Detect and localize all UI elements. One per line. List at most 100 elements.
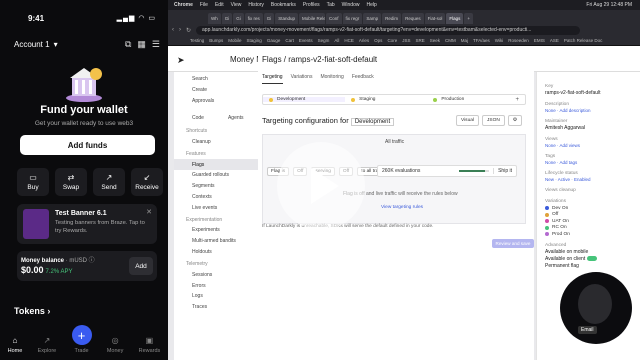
forward-icon[interactable]: ›	[179, 27, 181, 33]
qr-icon[interactable]: ▦	[137, 39, 146, 50]
send-button[interactable]: ↗ Send	[93, 168, 125, 196]
close-icon[interactable]: ✕	[146, 208, 152, 216]
client-toggle[interactable]	[586, 255, 597, 261]
nav-money[interactable]: ◎ Money	[107, 336, 124, 354]
bookmark-item[interactable]: Roseeden	[508, 38, 529, 43]
sidebar-item-code[interactable]: Code	[174, 113, 222, 124]
menubar-item[interactable]: Bookmarks	[271, 2, 296, 8]
browser-tab[interactable]: Redim	[382, 13, 402, 24]
breadcrumb[interactable]: Flags / ramps-v2-fiat-soft-default	[262, 55, 377, 64]
review-save-button[interactable]: Review and save	[492, 239, 534, 248]
url-bar[interactable]: app.launchdarkly.com/projects/money-move…	[196, 25, 580, 35]
bookmark-item[interactable]: Events	[299, 38, 313, 43]
bookmark-item[interactable]: Bumps	[209, 38, 223, 43]
swap-button[interactable]: ⇄ Swap	[55, 168, 87, 196]
views-value[interactable]: None · Add views	[545, 143, 636, 148]
nav-rewards[interactable]: ▣ Rewards	[139, 336, 161, 354]
back-icon[interactable]: ‹	[172, 27, 174, 33]
menubar-item[interactable]: Window	[342, 2, 360, 8]
tab-variations[interactable]: Variations	[291, 74, 313, 84]
menubar-item[interactable]: Help	[366, 2, 376, 8]
browser-tab[interactable]: Gi	[233, 13, 244, 24]
env-production[interactable]: Production	[427, 97, 509, 102]
tab-targeting[interactable]: Targeting	[262, 74, 283, 84]
description-value[interactable]: None · Add description	[545, 108, 636, 113]
maintainer-value[interactable]: Amitesh Aggarwal	[545, 125, 636, 131]
available-mobile-setting[interactable]: Available on mobile	[545, 249, 636, 255]
browser-tab[interactable]: Mobile Release	[299, 13, 326, 24]
key-value[interactable]: ramps-v2-fiat-soft-default	[545, 90, 636, 96]
lifecycle-value[interactable]: New · Active · Enabled	[545, 177, 636, 182]
menubar-item[interactable]: Chrome	[174, 2, 193, 8]
browser-tab[interactable]: Gi	[263, 13, 275, 24]
available-client-setting[interactable]: Available on client	[545, 256, 636, 262]
tab-feedback[interactable]: Feedback	[352, 74, 374, 84]
bookmark-item[interactable]: Testing	[190, 38, 204, 43]
browser-tab[interactable]: fix regr	[342, 13, 363, 24]
sidebar-item-agents[interactable]: Agents	[222, 113, 262, 124]
browser-tab[interactable]: +	[464, 13, 474, 24]
bookmark-item[interactable]: CMM	[445, 38, 456, 43]
env-chip[interactable]: Development	[350, 118, 395, 126]
tags-value[interactable]: None · Add tags	[545, 160, 636, 165]
tokens-heading[interactable]: Tokens ›	[14, 306, 50, 316]
browser-tab[interactable]: Flags	[446, 13, 464, 24]
nav-trade[interactable]: + Trade	[71, 325, 92, 354]
bookmark-item[interactable]: Ops	[374, 38, 382, 43]
browser-tab[interactable]: Samp	[363, 13, 382, 24]
tab-monitoring[interactable]: Monitoring	[320, 74, 343, 84]
bookmark-item[interactable]: Cart	[285, 38, 294, 43]
bookmark-item[interactable]: Seek	[430, 38, 440, 43]
ship-it-button[interactable]: Ship it	[493, 168, 516, 174]
menubar-item[interactable]: Profiles	[303, 2, 320, 8]
bookmark-item[interactable]: HCE	[344, 38, 354, 43]
menubar-item[interactable]: Tab	[327, 2, 335, 8]
browser-tab[interactable]: Gi	[221, 13, 233, 24]
bookmark-item[interactable]: All	[334, 38, 339, 43]
menubar-item[interactable]: View	[231, 2, 242, 8]
bookmark-item[interactable]: ASE	[550, 38, 559, 43]
bookmark-item[interactable]: TFA/aes	[473, 38, 490, 43]
bookmark-item[interactable]: EMIS	[534, 38, 545, 43]
evaluations-pill[interactable]: 260K evaluations Ship it	[377, 165, 517, 177]
browser-tab[interactable]: Wh	[208, 13, 221, 24]
json-button[interactable]: JSON	[481, 115, 505, 126]
settings-icon[interactable]: ⚙	[507, 115, 523, 126]
env-staging[interactable]: Staging	[345, 97, 427, 102]
menubar-item[interactable]: Edit	[215, 2, 224, 8]
buy-button[interactable]: ▭ Buy	[17, 168, 49, 196]
browser-tab[interactable]: Reques	[402, 13, 424, 24]
permanent-flag-setting[interactable]: Permanent flag	[545, 263, 636, 269]
receive-button[interactable]: ↙ Receive	[131, 168, 163, 196]
bookmark-item[interactable]: Wiki	[495, 38, 504, 43]
account-selector[interactable]: Account 1 ▾	[14, 40, 58, 49]
add-env-button[interactable]: +	[509, 97, 525, 103]
bookmark-item[interactable]: SRE	[415, 38, 424, 43]
menu-icon[interactable]: ☰	[152, 39, 160, 50]
bookmark-item[interactable]: Mobile	[228, 38, 241, 43]
bookmark-item[interactable]: Patch Release Doc	[564, 38, 603, 43]
bookmark-item[interactable]: Gauge	[267, 38, 281, 43]
nav-home[interactable]: ⌂ Home	[8, 336, 23, 354]
bookmark-item[interactable]: Maj	[461, 38, 468, 43]
add-funds-button[interactable]: Add funds	[20, 135, 155, 155]
copy-icon[interactable]: ⧉	[125, 39, 131, 50]
bookmark-item[interactable]: Segm	[318, 38, 330, 43]
browser-tab[interactable]: Fiat-sol	[424, 13, 446, 24]
env-development[interactable]: Development	[263, 97, 346, 102]
bookmark-item[interactable]: JSS	[402, 38, 410, 43]
browser-tab[interactable]: fix res	[244, 13, 263, 24]
menubar-item[interactable]: History	[248, 2, 264, 8]
launchdarkly-logo-icon[interactable]: ➤	[177, 55, 185, 66]
video-play-button[interactable]	[277, 142, 365, 230]
add-balance-button[interactable]: Add	[129, 257, 153, 275]
bookmark-item[interactable]: Staging	[247, 38, 262, 43]
reload-icon[interactable]: ↻	[186, 27, 191, 34]
visual-button[interactable]: Visual	[456, 115, 479, 126]
money-balance-card[interactable]: Money balance · mUSD ⓘ $0.00 7.2% APY Add	[17, 251, 157, 281]
browser-tab[interactable]: Standup	[275, 13, 299, 24]
bookmark-item[interactable]: Aries	[359, 38, 369, 43]
promo-banner[interactable]: Test Banner 6.1 Testing banners from Bra…	[17, 204, 157, 244]
browser-tab[interactable]: Conf	[326, 13, 342, 24]
view-targeting-link[interactable]: View targeting rules	[381, 205, 423, 210]
